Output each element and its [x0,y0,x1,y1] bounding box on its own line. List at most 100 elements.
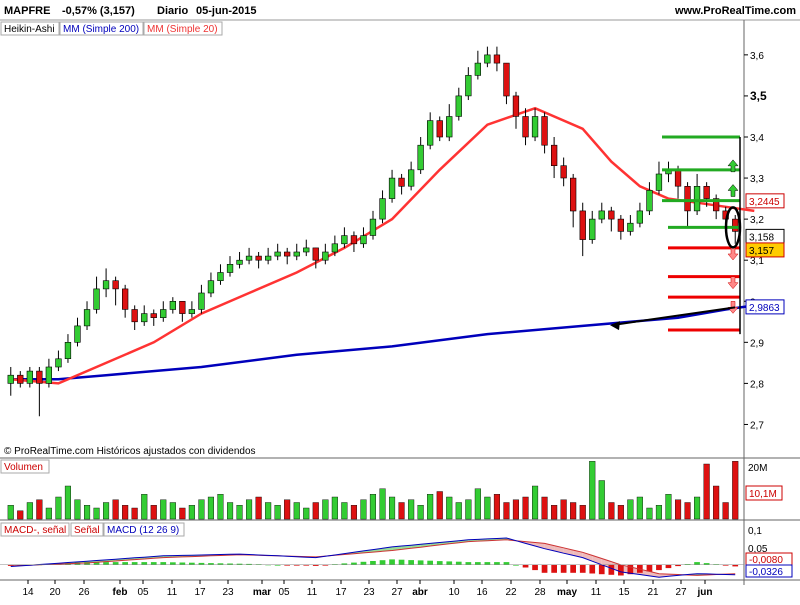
volume-bar [542,497,548,519]
candle-bear [732,219,738,231]
volume-bar [570,503,576,520]
macd-hist-bar [599,565,605,574]
volume-bar [446,497,452,519]
price-tick-label: 3,5 [750,89,767,103]
macd-hist-bar [609,565,615,575]
candle-bull [418,145,424,170]
price-chart: MAPFRE -0,57% (3,157) Diario 05-jun-2015… [0,0,800,600]
candle-bull [303,248,309,252]
candle-bear [151,314,157,318]
macd-label-1: -0,0326 [749,567,783,578]
macd-hist-bar [666,565,672,568]
date-tick-label: feb [113,587,128,598]
date-tick-label: 21 [647,587,659,598]
date-tick-label: 27 [675,587,687,598]
date-tick-label: 28 [534,587,546,598]
volume-bar [370,494,376,519]
volume-title: Volumen [4,462,43,473]
macd-hist-bar [494,562,500,565]
candle-bull [56,359,62,367]
footer-note: © ProRealTime.com Históricos ajustados c… [4,446,256,457]
volume-bar [27,503,33,520]
candle-bull [27,371,33,383]
date-tick-label: 11 [307,587,318,598]
candle-bull [389,178,395,199]
volume-bar [504,503,510,520]
macd-tick-0: 0,1 [748,526,762,537]
price-tick-label: 2,7 [750,420,764,431]
candle-bull [141,314,147,322]
date-tick-label: may [557,587,577,598]
date-tick-label: 17 [194,587,206,598]
candle-bear [494,55,500,63]
volume-max-label: 20M [748,463,767,474]
candle-bull [628,223,634,231]
macd-hist-bar [418,560,424,564]
candle-bull [65,342,71,358]
candle-bull [246,256,252,260]
macd-hist-bar [380,560,386,565]
volume-bar [466,500,472,519]
candle-bull [408,170,414,186]
date-tick-label: 05 [137,587,149,598]
volume-bar [75,500,81,519]
candle-bull [456,96,462,117]
volume-bar [418,505,424,519]
macd-hist-bar [141,562,147,565]
volume-bar [103,503,109,520]
volume-bar [294,503,300,520]
ticker: MAPFRE [4,5,50,17]
price-tick-label: 2,9 [750,338,764,349]
candle-bear [37,371,43,383]
volume-bar [666,494,672,519]
volume-bar [685,503,691,520]
candle-bull [323,252,329,260]
legend-ma20: MM (Simple 20) [147,24,218,35]
price-badge-label: 2,9863 [749,303,780,314]
candle-bear [399,178,405,186]
candle-bull [589,219,595,240]
macd-title-signal: Señal [74,525,100,536]
macd-hist-bar [466,562,472,565]
volume-bar [180,508,186,519]
site: www.ProRealTime.com [674,5,796,17]
macd-hist-bar [361,562,367,565]
macd-hist-bar [399,560,405,565]
candle-bull [637,211,643,223]
volume-bar [589,461,595,519]
candle-bull [694,186,700,211]
macd-hist-bar [561,565,567,573]
legend-style: Heikin-Ashi [4,24,55,35]
volume-bar [628,500,634,519]
candle-bull [237,260,243,264]
macd-hist-bar [151,562,157,565]
candle-bear [504,63,510,96]
volume-bar [475,489,481,519]
volume-bar [303,508,309,519]
macd-hist-bar [103,562,109,565]
macd-hist-bar [122,562,128,565]
volume-bar [227,503,233,520]
volume-bar [246,500,252,519]
volume-bar [580,505,586,519]
volume-bar [408,500,414,519]
candle-bear [113,281,119,289]
volume-bar [647,508,653,519]
candle-bear [580,211,586,240]
volume-bar [284,500,290,519]
macd-hist-bar [551,565,557,573]
candle-bull [294,252,300,256]
candle-bear [513,96,519,117]
candle-bull [361,236,367,244]
candle-bull [84,310,90,326]
candle-bear [523,117,529,138]
price-tick-label: 3,2 [750,215,764,226]
volume-bar [456,503,462,520]
date-tick-label: 14 [22,587,34,598]
macd-hist-bar [180,563,186,565]
candle-bull [332,244,338,252]
volume-bar [389,497,395,519]
volume-bar [399,503,405,520]
date-tick-label: 11 [591,587,602,598]
candle-bear [685,186,691,211]
